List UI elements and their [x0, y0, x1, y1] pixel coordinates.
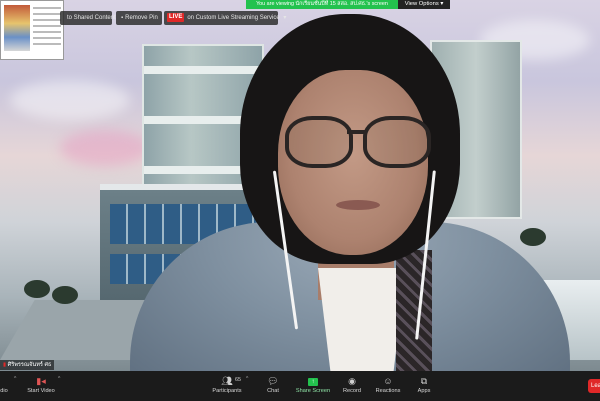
tree	[520, 228, 546, 246]
chevron-up-icon[interactable]: ^	[14, 376, 16, 382]
shared-content-thumbnail[interactable]	[0, 0, 64, 60]
person-shirt	[318, 268, 406, 371]
smiley-icon: ☺	[383, 376, 393, 386]
chevron-up-icon[interactable]: ^	[246, 376, 248, 382]
audio-button[interactable]: dio	[0, 374, 14, 400]
apps-icon: ⧉	[420, 376, 428, 386]
apps-button[interactable]: ⧉ Apps	[413, 374, 435, 400]
chevron-down-icon: ▾	[283, 15, 287, 21]
pin-icon: ▪	[121, 15, 124, 21]
mic-muted-icon: ▮	[3, 362, 7, 368]
chat-icon: 💬︎	[267, 376, 279, 386]
meeting-toolbar: dio ^ ▮◂ Start Video ^ 👥︎ Participants 6…	[0, 371, 600, 401]
leave-button[interactable]: Lea	[588, 379, 600, 393]
cloud	[10, 80, 130, 120]
view-options-button[interactable]: View Options ▾	[398, 0, 450, 9]
viewing-banner: You are viewing นักเรียนชั้นปีที่ 15 สสอ…	[246, 0, 398, 9]
remove-pin-button[interactable]: ▪ Remove Pin	[116, 11, 162, 25]
start-video-button[interactable]: ▮◂ Start Video	[24, 374, 58, 400]
participants-count: 65	[235, 377, 241, 383]
tree	[24, 280, 50, 298]
glasses	[285, 116, 431, 168]
participant-name-tag: ▮ ศิริพรรณจันทร์ ศธ	[0, 360, 55, 370]
cloud	[60, 130, 150, 166]
chevron-down-icon: ▾	[440, 1, 444, 7]
live-streaming-button[interactable]: LIVE on Custom Live Streaming Service ▾	[164, 11, 286, 25]
share-screen-button[interactable]: ↑ Share Screen	[294, 374, 332, 400]
chevron-up-icon[interactable]: ^	[58, 376, 60, 382]
record-icon: ◉	[348, 376, 356, 386]
chat-button[interactable]: 💬︎ Chat	[262, 374, 284, 400]
reactions-button[interactable]: ☺ Reactions	[372, 374, 404, 400]
record-button[interactable]: ◉ Record	[340, 374, 364, 400]
video-stage	[0, 0, 600, 371]
switch-to-shared-content-button[interactable]: to Shared Content	[60, 11, 116, 25]
person-lips	[336, 200, 380, 210]
camera-off-icon: ▮◂	[36, 376, 46, 386]
share-screen-icon: ↑	[308, 377, 318, 386]
person-scarf	[396, 250, 432, 371]
tree	[52, 286, 78, 304]
live-badge: LIVE	[167, 13, 185, 22]
